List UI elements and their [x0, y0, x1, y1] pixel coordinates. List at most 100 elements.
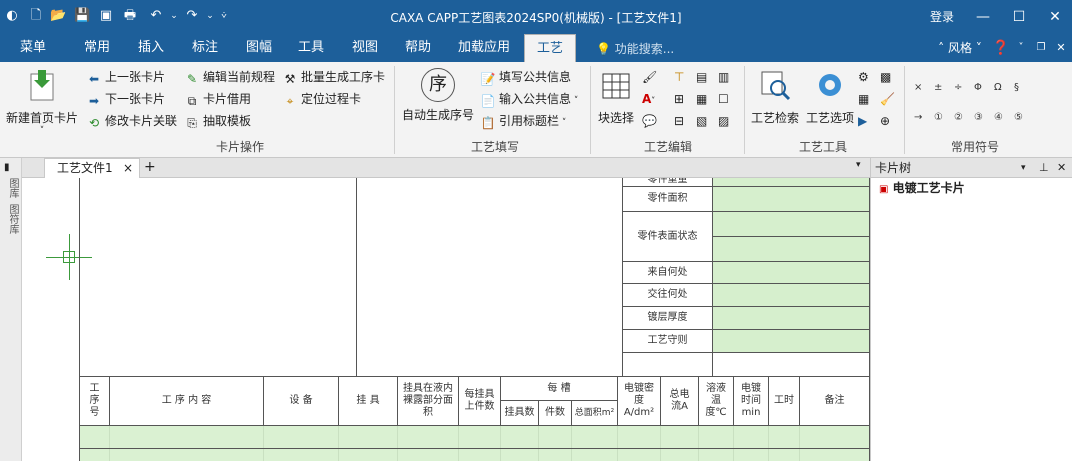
menu-main[interactable]: 菜单	[8, 34, 58, 62]
panel-close-icon[interactable]: ✕	[1057, 158, 1066, 178]
new-first-page-card-button[interactable]: 新建首页卡片 ˅	[4, 68, 80, 136]
header-current-density: 电镀密度A/dm²	[623, 383, 655, 418]
align-top-icon[interactable]: ⊤	[674, 68, 684, 86]
edit-current-spec-button[interactable]: ✎ 编辑当前规程	[184, 68, 275, 86]
extract-template-button[interactable]: ⎘ 抽取模板	[184, 112, 251, 130]
locate-process-card-button[interactable]: ⌖ 定位过程卡	[282, 90, 361, 108]
broom-icon[interactable]: 🧹	[880, 90, 895, 108]
insert-column-icon[interactable]: ▥	[718, 68, 729, 86]
symbol-divide[interactable]: ÷	[954, 82, 962, 93]
edit-current-spec-label: 编辑当前规程	[203, 70, 276, 84]
text-style-icon[interactable]: ▧	[696, 112, 707, 130]
card-tree-title: 卡片树	[875, 161, 912, 175]
login-button[interactable]: 登录	[924, 6, 960, 28]
crosshair-box	[63, 251, 75, 263]
batch-generate-button[interactable]: ⚒ 批量生成工序卡	[282, 68, 385, 86]
style-menu[interactable]: ˄ 风格 ˅	[930, 34, 990, 62]
symbol-section[interactable]: §	[1014, 82, 1019, 93]
symbol-circled-4[interactable]: ④	[994, 112, 1003, 123]
card-borrow-button[interactable]: ⧉ 卡片借用	[184, 90, 251, 108]
ref-title-bar-button[interactable]: 📋 引用标题栏 ˅	[480, 112, 567, 130]
extract-template-icon: ⎘	[187, 116, 197, 130]
ribbon-options-icon[interactable]: ˅	[1012, 34, 1030, 62]
batch-generate-label: 批量生成工序卡	[301, 70, 386, 84]
maximize-button[interactable]: ☐	[1004, 6, 1034, 28]
next-card-label: 下一张卡片	[105, 92, 166, 106]
arrow-left-icon: ⬅	[88, 72, 100, 86]
restore-doc-icon[interactable]: ❐	[1032, 34, 1050, 62]
table-row[interactable]	[80, 426, 869, 448]
input-public-info-button[interactable]: 📄 输入公共信息 ˅	[480, 90, 579, 108]
cell-split-icon[interactable]: ⊟	[674, 112, 684, 130]
tool-mini-2-icon[interactable]: ▦	[858, 90, 869, 108]
menu-annotate[interactable]: 标注	[180, 34, 230, 62]
menu-process[interactable]: 工艺	[524, 34, 576, 62]
fill-public-info-button[interactable]: 📝 填写公共信息	[480, 68, 572, 86]
group-separator	[904, 66, 905, 154]
modify-card-link-button[interactable]: ⟲ 修改卡片关联	[86, 112, 177, 130]
process-search-button[interactable]: 工艺检索	[748, 68, 802, 126]
minimize-button[interactable]: —	[968, 6, 998, 28]
symbol-circled-5[interactable]: ⑤	[1014, 112, 1023, 123]
symbol-circled-1[interactable]: ①	[934, 112, 943, 123]
table-row[interactable]	[80, 449, 869, 461]
ribbon: 新建首页卡片 ˅ ⬅ 上一张卡片 ➡ 下一张卡片 ⟲ 修改卡片关联 ✎ 编辑当前规程 ⧉…	[0, 62, 1072, 158]
tab-process-file-1[interactable]: 工艺文件1 ×	[44, 158, 140, 178]
play-icon[interactable]: ▶	[858, 112, 867, 130]
panel-dropdown-icon[interactable]: ▾	[1021, 158, 1026, 178]
function-search[interactable]: 💡 功能搜索...	[596, 40, 674, 57]
symbol-arrow[interactable]: →	[914, 112, 922, 123]
next-card-button[interactable]: ➡ 下一张卡片	[86, 90, 165, 108]
menu-sheet[interactable]: 图幅	[234, 34, 284, 62]
border-icon[interactable]: ☐	[718, 90, 729, 108]
grid-table-icon	[602, 73, 630, 99]
header-fixture-count: 挂具数	[504, 407, 535, 418]
block-select-button[interactable]: 块选择	[594, 68, 638, 126]
symbol-omega[interactable]: Ω	[994, 82, 1002, 93]
add-tab-icon[interactable]: +	[144, 158, 156, 177]
auto-generate-seq-button[interactable]: 序 自动生成序号	[398, 68, 478, 123]
process-options-button[interactable]: 工艺选项	[804, 68, 856, 126]
close-doc-icon[interactable]: ✕	[1052, 34, 1070, 62]
tool-mini-3-icon[interactable]: ⊕	[880, 112, 890, 130]
input-info-icon: 📄	[480, 94, 496, 108]
menu-common[interactable]: 常用	[72, 34, 122, 62]
label-process-rules: 工艺守则	[647, 335, 688, 346]
gallery-tab[interactable]: 图库	[5, 178, 20, 198]
font-color-icon[interactable]: A˅	[642, 90, 655, 108]
gear-icon	[819, 74, 841, 96]
close-button[interactable]: ✕	[1040, 6, 1070, 28]
card-tree-root[interactable]: ▣ 电镀工艺卡片	[879, 179, 965, 196]
prev-card-button[interactable]: ⬅ 上一张卡片	[86, 68, 165, 86]
cell-merge-icon[interactable]: ⊞	[674, 90, 684, 108]
document-tab-strip: 工艺文件1 × + ▾	[0, 158, 870, 178]
format-brush-icon[interactable]: 🖌	[642, 68, 657, 86]
help-icon[interactable]: ❓	[990, 34, 1012, 62]
menu-view[interactable]: 视图	[340, 34, 390, 62]
symbol-plusminus[interactable]: ±	[934, 82, 942, 93]
menu-addins[interactable]: 加载应用	[450, 34, 518, 62]
symbol-library-tab[interactable]: 图符库	[5, 204, 20, 234]
group-separator	[590, 66, 591, 154]
menu-insert[interactable]: 插入	[126, 34, 176, 62]
symbol-phi[interactable]: Φ	[974, 82, 982, 93]
info-value-cells[interactable]	[713, 178, 869, 352]
menu-help[interactable]: 帮助	[393, 34, 443, 62]
pin-icon[interactable]: ⊥	[1039, 158, 1049, 178]
symbol-circled-2[interactable]: ②	[954, 112, 963, 123]
text-abc-icon[interactable]: ▦	[696, 90, 707, 108]
insert-row-icon[interactable]: ▤	[696, 68, 707, 86]
pin-icon[interactable]: ▮	[4, 162, 10, 173]
tab-list-dropdown-icon[interactable]: ▾	[856, 160, 861, 170]
card-borrow-icon: ⧉	[187, 94, 197, 108]
comment-icon[interactable]: 💬	[642, 112, 657, 130]
header-total-area: 总面积m²	[574, 408, 615, 418]
qr-code-icon[interactable]: ▩	[880, 68, 891, 86]
arrow-right-icon: ➡	[88, 94, 100, 108]
menu-tools[interactable]: 工具	[286, 34, 336, 62]
tab-close-icon[interactable]: ×	[123, 159, 133, 178]
symbol-times[interactable]: ×	[914, 82, 922, 93]
tool-mini-1-icon[interactable]: ⚙	[858, 68, 869, 86]
symbol-circled-3[interactable]: ③	[974, 112, 983, 123]
clear-cell-icon[interactable]: ▨	[718, 112, 729, 130]
